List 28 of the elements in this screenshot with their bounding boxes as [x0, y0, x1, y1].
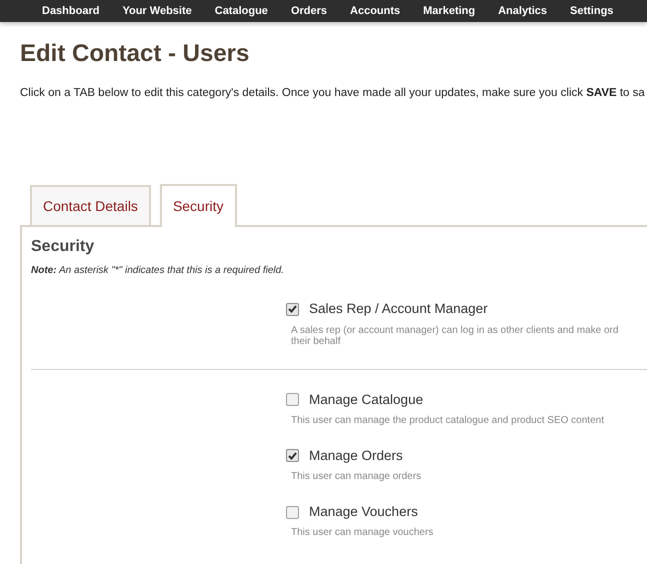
section-heading: Security [31, 237, 94, 258]
checkmark-icon [288, 452, 297, 460]
option-description: This user can manage orders [291, 471, 422, 482]
option-label: Manage Orders [309, 446, 403, 465]
note-text: Note: An asterisk "*" indicates that this is a required field. [31, 264, 284, 278]
page-title: Edit Contact - Users [20, 39, 250, 69]
checkbox[interactable] [286, 506, 299, 519]
checkmark-icon [288, 305, 297, 314]
intro-text: Click on a TAB below to edit this category's details. Once you have made all your updates, make sure you click SAVE to sa [20, 86, 645, 101]
option-description: This user can manage vouchers [291, 527, 434, 538]
checkbox[interactable] [286, 302, 299, 316]
nav-link[interactable]: Settings [570, 2, 614, 20]
nav-link[interactable]: Marketing [423, 2, 476, 20]
option-description: A sales rep (or account manager) can log in as other clients and make ord their behalf [291, 324, 618, 346]
nav-link[interactable]: Analytics [498, 2, 548, 20]
checkbox[interactable] [286, 393, 299, 406]
option-label: Manage Vouchers [309, 503, 418, 521]
tab[interactable]: Security [160, 184, 237, 228]
nav-link[interactable]: Catalogue [214, 2, 268, 20]
option-description: This user can manage the product catalogue and product SEO content [291, 414, 604, 426]
nav-link[interactable]: Orders [290, 2, 328, 20]
nav-link[interactable]: Accounts [350, 2, 400, 20]
option-label: Manage Catalogue [309, 390, 424, 409]
nav-link[interactable]: Your Website [122, 2, 192, 20]
nav-link[interactable]: Dashboard [42, 2, 100, 20]
option-label: Sales Rep / Account Manager [309, 300, 488, 318]
tab[interactable]: Contact Details [30, 185, 151, 226]
checkbox[interactable] [286, 449, 299, 462]
